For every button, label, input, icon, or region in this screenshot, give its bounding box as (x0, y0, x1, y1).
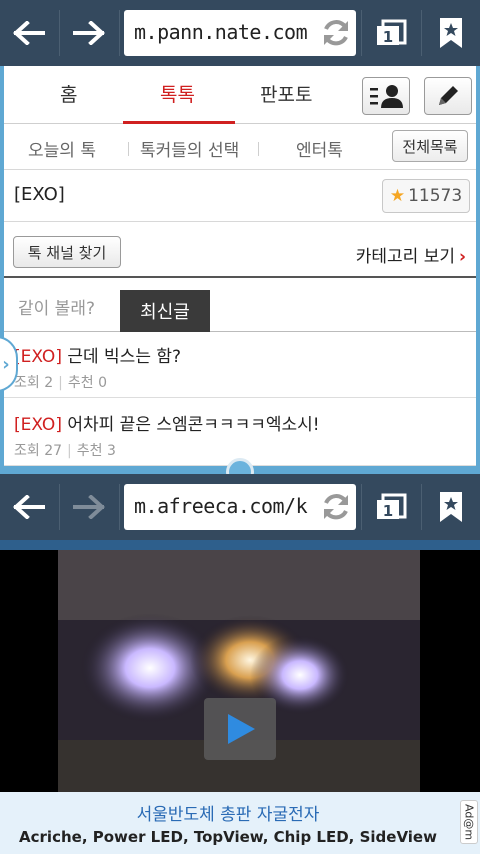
top-web-page: 홈 톡톡 판포토 오늘의 톡 톡커들의 선택 엔터톡 전체목록 [EXO] ★ … (0, 66, 480, 470)
url-bar[interactable]: m.afreeca.com/k (124, 484, 356, 530)
subnav-divider (258, 142, 259, 156)
all-list-button[interactable]: 전체목록 (392, 130, 468, 162)
post-title-text: 근데 빅스는 함? (61, 347, 182, 367)
ad-banner[interactable]: 서울반도체 총판 자굴전자 Acriche, Power LED, TopVie… (0, 792, 480, 854)
likes-label: 추천 (76, 443, 103, 459)
url-text: m.pann.nate.com (134, 20, 308, 44)
post-meta: 조회 2 | 추천 0 (14, 375, 107, 391)
channel-title: [EXO] (14, 184, 65, 205)
tab-panphoto[interactable]: 판포토 (260, 80, 312, 107)
bookmark-star-icon (440, 18, 462, 48)
refresh-icon[interactable] (320, 491, 352, 523)
bottom-browser-toolbar: m.afreeca.com/k 1 (0, 474, 480, 540)
svg-text:1: 1 (383, 28, 393, 46)
subnav-divider (128, 142, 129, 156)
tabs-icon: 1 (377, 19, 407, 46)
view-category-link[interactable]: 카테고리 보기 › (356, 242, 466, 267)
tabs-button[interactable]: 1 (362, 0, 420, 66)
back-button[interactable] (0, 474, 58, 540)
post-title-text: 어차피 끝은 스엠콘ㅋㅋㅋㅋ엑소시! (61, 415, 320, 435)
toolbar-divider (119, 10, 120, 56)
toolbar-divider (119, 484, 120, 530)
user-list-icon (370, 85, 403, 108)
filter-latest[interactable]: 최신글 (120, 290, 210, 332)
list-item[interactable]: [EXO] 근데 빅스는 함? 조회 2 | 추천 0 (4, 332, 476, 398)
views-count: 2 (44, 375, 54, 391)
subnav-picks[interactable]: 톡커들의 선택 (140, 136, 239, 161)
chevron-right-icon: › (2, 353, 10, 375)
sub-navigation: 오늘의 톡 톡커들의 선택 엔터톡 전체목록 (4, 124, 476, 170)
video-player[interactable] (0, 550, 480, 796)
tab-toktok[interactable]: 톡톡 (160, 80, 195, 107)
url-text: m.afreeca.com/k (134, 494, 308, 518)
post-tag: [EXO] (14, 347, 62, 367)
post-title: [EXO] 근데 빅스는 함? (14, 342, 181, 367)
list-filter: 같이 볼래? 최신글 (4, 278, 476, 332)
play-button[interactable] (204, 698, 276, 760)
tab-home[interactable]: 홈 (60, 80, 77, 107)
tabs-icon: 1 (377, 493, 407, 520)
likes-label: 추천 (67, 375, 94, 391)
subnav-entertainment[interactable]: 엔터톡 (296, 136, 343, 161)
arrow-right-icon (73, 21, 105, 45)
tabs-button[interactable]: 1 (362, 474, 420, 540)
list-item[interactable]: [EXO] 어차피 끝은 스엠콘ㅋㅋㅋㅋ엑소시! 조회 27 | 추천 3 (4, 400, 476, 466)
view-category-label: 카테고리 보기 (355, 247, 455, 267)
arrow-left-icon (13, 21, 45, 45)
subnav-today[interactable]: 오늘의 톡 (28, 136, 96, 161)
chevron-right-icon: › (458, 247, 466, 267)
svg-text:1: 1 (383, 502, 393, 520)
favorite-count: 11573 (408, 186, 463, 206)
likes-count: 0 (98, 375, 107, 391)
top-browser-toolbar: m.pann.nate.com 1 (0, 0, 480, 66)
views-label: 조회 (14, 375, 40, 391)
ad-title: 서울반도체 총판 자굴전자 (136, 805, 320, 825)
write-button[interactable] (424, 77, 472, 115)
my-profile-button[interactable] (362, 77, 410, 115)
main-tabs: 홈 톡톡 판포토 (4, 66, 476, 124)
back-button[interactable] (0, 0, 58, 66)
filter-together[interactable]: 같이 볼래? (18, 294, 95, 319)
find-channel-button[interactable]: 톡 채널 찾기 (13, 236, 121, 268)
likes-count: 3 (106, 443, 116, 459)
play-icon (228, 714, 255, 744)
post-title: [EXO] 어차피 끝은 스엠콘ㅋㅋㅋㅋ엑소시! (14, 410, 320, 435)
bookmark-button[interactable] (422, 0, 480, 66)
favorite-count-button[interactable]: ★ 11573 (382, 179, 470, 213)
views-label: 조회 (14, 443, 40, 459)
bookmark-button[interactable] (422, 474, 480, 540)
pencil-icon (439, 86, 458, 105)
views-count: 27 (44, 443, 63, 459)
arrow-left-icon (13, 495, 45, 519)
channel-actions: 톡 채널 찾기 카테고리 보기 › (4, 222, 476, 278)
post-meta: 조회 27 | 추천 3 (14, 443, 116, 459)
post-tag: [EXO] (14, 415, 62, 435)
forward-button[interactable] (60, 474, 118, 540)
url-bar[interactable]: m.pann.nate.com (124, 10, 356, 56)
arrow-right-icon (73, 495, 105, 519)
ad-brand-badge[interactable]: Ad@m (460, 800, 478, 844)
forward-button[interactable] (60, 0, 118, 66)
bookmark-star-icon (440, 492, 462, 522)
ad-subtitle: Acriche, Power LED, TopView, Chip LED, S… (19, 828, 437, 846)
refresh-icon[interactable] (320, 17, 352, 49)
star-icon: ★ (389, 186, 406, 206)
channel-header: [EXO] ★ 11573 (4, 170, 476, 222)
bottom-web-page: 서울반도체 총판 자굴전자 Acriche, Power LED, TopVie… (0, 540, 480, 854)
